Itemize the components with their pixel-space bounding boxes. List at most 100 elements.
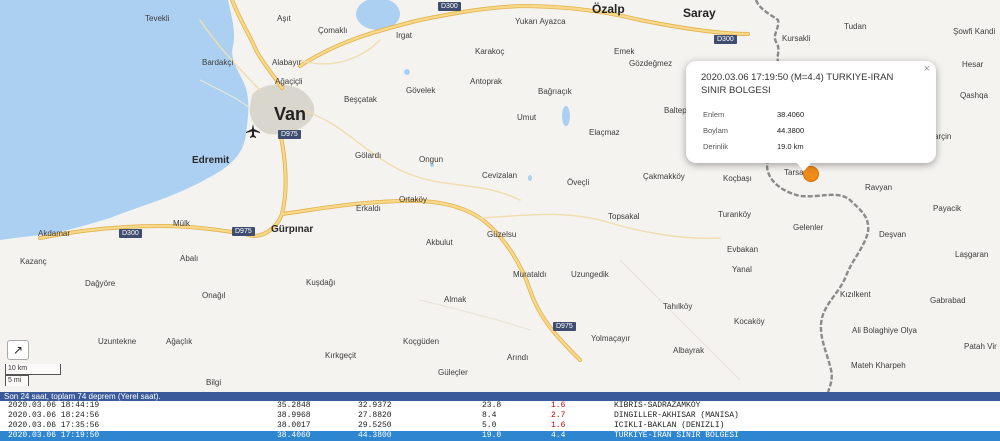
place-label: Baltep — [664, 106, 687, 115]
row-longitude: 29.5250 — [358, 421, 392, 430]
road-d300-north — [230, 0, 750, 90]
place-label: Ağaçiçli — [275, 77, 303, 86]
place-label: Beşçatak — [344, 95, 377, 104]
lake-small-2 — [562, 106, 570, 126]
place-label: Gelenler — [793, 223, 824, 232]
row-magnitude: 2.7 — [551, 411, 566, 420]
place-label: Tudan — [844, 22, 867, 31]
road-shield: D300 — [714, 35, 737, 44]
row-magnitude: 1.6 — [551, 421, 566, 430]
place-label: Elaçmaz — [589, 128, 620, 137]
place-label-van: Van — [274, 104, 307, 124]
airport-icon — [246, 124, 260, 138]
place-label: Ali Bolaghiye Olya — [852, 326, 917, 335]
row-depth: 23.8 — [482, 401, 502, 410]
place-label: Alabayır — [272, 58, 302, 67]
place-label: Koçbaşı — [723, 174, 752, 183]
place-label: Albayrak — [673, 346, 705, 355]
place-label: Mülk — [173, 219, 190, 228]
scale-mi: 5 mi — [5, 375, 29, 386]
place-label: Turanköy — [718, 210, 752, 219]
place-label: Kuşdağı — [306, 278, 336, 287]
earthquake-list-panel: Son 24 saat, toplam 74 deprem (Yerel saa… — [0, 392, 1000, 441]
popup-row-longitude: Boylam 44.3800 — [703, 126, 804, 135]
place-label: Çomaklı — [318, 26, 348, 35]
place-label: Kazanç — [20, 257, 47, 266]
place-label: Payacik — [933, 204, 962, 213]
popup-row-depth: Derinlik 19.0 km — [703, 142, 804, 151]
place-label: Ravyan — [865, 183, 893, 192]
road-shield: D300 — [438, 2, 461, 11]
road-shield: D975 — [278, 130, 301, 139]
place-label: Ağaçlık — [166, 337, 193, 346]
place-label: Topsakal — [608, 212, 640, 221]
row-time: 2020.03.06 18:24:56 — [8, 411, 100, 420]
place-label: Özalp — [592, 2, 625, 16]
place-label: Ortaköy — [399, 195, 428, 204]
row-longitude: 27.8820 — [358, 411, 392, 420]
place-label: Yolmaçayır — [591, 334, 631, 343]
row-magnitude: 1.6 — [551, 401, 566, 410]
popup-value: 44.3800 — [777, 126, 805, 135]
row-location: KIBRIS-SADRAZAMKOY — [614, 401, 701, 410]
place-label: Murataldı — [513, 270, 547, 279]
place-label: Cevizalan — [482, 171, 518, 180]
popup-close-icon[interactable]: × — [924, 63, 930, 75]
lake-small-4 — [528, 175, 532, 181]
place-label: Bilgi — [206, 378, 222, 387]
popup-title: 2020.03.06 17:19:50 (M=4.4) TURKIYE-IRAN… — [701, 72, 894, 96]
earthquake-row[interactable]: 2020.03.06 18:24:56 38.9968 27.8820 8.4 … — [0, 411, 1000, 421]
place-label: Gabrabad — [930, 296, 966, 305]
earthquake-row[interactable]: 2020.03.06 17:35:56 38.0017 29.5250 5.0 … — [0, 421, 1000, 431]
popup-pointer — [796, 162, 812, 171]
place-label: Qashqa — [960, 91, 989, 100]
place-label: Kırkgeçit — [325, 351, 357, 360]
lake-small-3 — [404, 69, 410, 75]
earthquake-popup: × 2020.03.06 17:19:50 (M=4.4) TURKIYE-IR… — [686, 61, 936, 163]
place-label: Akdamar — [38, 229, 71, 238]
place-label: Uzungedik — [571, 270, 609, 279]
place-label: Yukarı Ayazca — [515, 17, 566, 26]
place-label: Bardakçı — [202, 58, 234, 67]
place-label: Irgat — [396, 31, 413, 40]
place-label: Gölardı — [355, 151, 382, 160]
place-label: Şowfi Kandi — [953, 27, 996, 36]
popup-row-latitude: Enlem 38.4060 — [703, 110, 804, 119]
place-label: Deşvan — [879, 230, 907, 239]
place-label: Saray — [683, 6, 716, 20]
map-view[interactable]: Tevekli Aşıt Çomaklı Irgat Yukarı Ayazca… — [0, 0, 1000, 392]
place-label: Emek — [614, 47, 635, 56]
row-latitude: 38.0017 — [277, 421, 311, 430]
list-header: Son 24 saat, toplam 74 deprem (Yerel saa… — [0, 392, 1000, 401]
place-label: Arındı — [507, 353, 529, 362]
expand-map-button[interactable]: ↗ — [7, 340, 29, 360]
place-label: Laşgaran — [955, 250, 989, 259]
row-time: 2020.03.06 17:35:56 — [8, 421, 100, 430]
popup-label: Derinlik — [703, 142, 729, 151]
scale-bar: 10 km 5 mi — [5, 364, 61, 386]
place-label: Evbakan — [727, 245, 759, 254]
place-label: Bağrıaçık — [538, 87, 572, 96]
road-shield: D975 — [232, 227, 255, 236]
place-label: Abalı — [180, 254, 199, 263]
place-label: Yanal — [732, 265, 752, 274]
place-label: Güzelsu — [487, 230, 517, 239]
road-shield: D300 — [119, 229, 142, 238]
place-label: Kocaköy — [734, 317, 765, 326]
place-label: Almak — [444, 295, 467, 304]
place-label: Gözdeğmez — [629, 59, 673, 68]
row-location: DINGILLER-AKHISAR (MANISA) — [614, 411, 739, 420]
place-label: Gürpınar — [271, 224, 314, 235]
place-label: Akbulut — [426, 238, 453, 247]
popup-value: 19.0 km — [777, 142, 804, 151]
scale-km: 10 km — [5, 364, 61, 375]
place-label: Koçgüden — [403, 337, 440, 346]
place-label: Öveçli — [567, 178, 590, 187]
place-label: Mateh Kharpeh — [851, 361, 906, 370]
place-label: Ongun — [419, 155, 444, 164]
row-latitude: 38.9968 — [277, 411, 311, 420]
place-label: Edremit — [192, 155, 230, 166]
row-depth: 5.0 — [482, 421, 497, 430]
earthquake-row[interactable]: 2020.03.06 18:44:19 35.2848 32.9372 23.8… — [0, 401, 1000, 411]
row-depth: 8.4 — [482, 411, 497, 420]
